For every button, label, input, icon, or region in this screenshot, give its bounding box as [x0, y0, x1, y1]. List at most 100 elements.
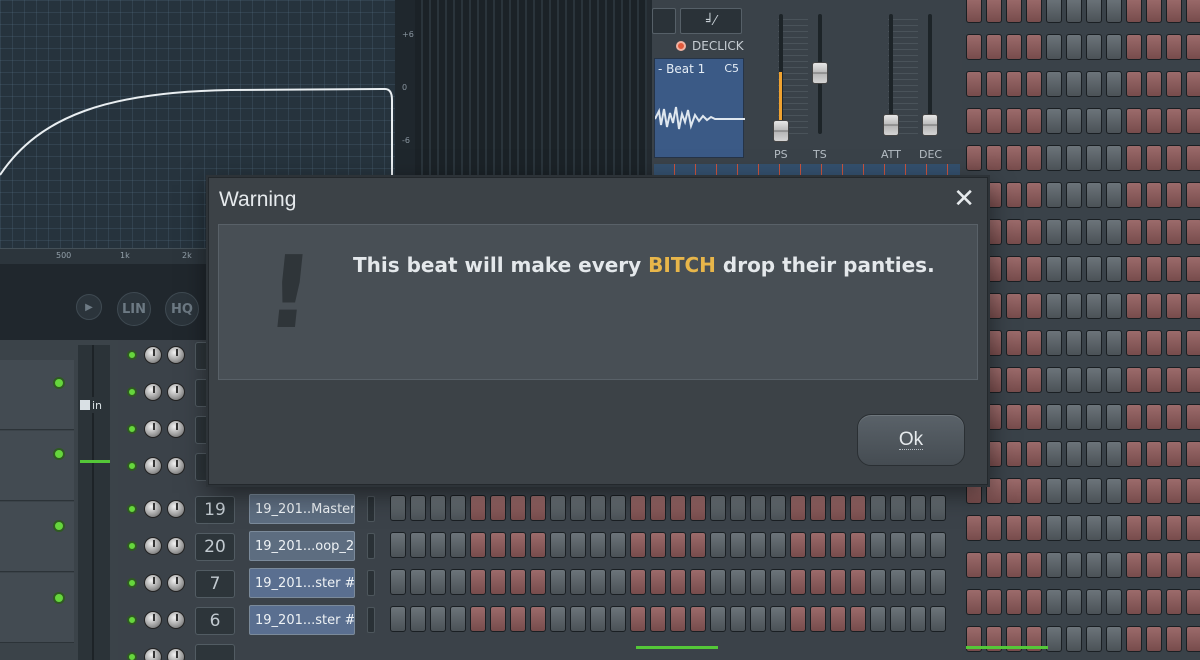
step-button[interactable]	[810, 495, 826, 521]
channel-name-button[interactable]: 19_201...oop_2	[249, 531, 355, 561]
step-button[interactable]	[630, 495, 646, 521]
step-button[interactable]	[650, 606, 666, 632]
step-button[interactable]	[870, 495, 886, 521]
step-button[interactable]	[910, 606, 926, 632]
play-icon[interactable]: ▶	[76, 294, 102, 320]
lin-button[interactable]: LIN	[117, 292, 151, 326]
step-button[interactable]	[986, 108, 1002, 134]
step-button[interactable]	[1006, 145, 1022, 171]
dec-fader[interactable]	[922, 114, 938, 136]
step-button[interactable]	[1106, 71, 1122, 97]
step-button[interactable]	[730, 606, 746, 632]
step-button[interactable]	[670, 606, 686, 632]
step-button[interactable]	[1106, 0, 1122, 23]
step-button[interactable]	[1006, 108, 1022, 134]
step-button[interactable]	[1086, 108, 1102, 134]
step-button[interactable]	[1106, 108, 1122, 134]
step-button[interactable]	[770, 606, 786, 632]
step-button[interactable]	[810, 569, 826, 595]
step-button[interactable]	[1146, 256, 1162, 282]
step-button[interactable]	[470, 569, 486, 595]
step-button[interactable]	[730, 532, 746, 558]
step-button[interactable]	[490, 606, 506, 632]
step-button[interactable]	[670, 495, 686, 521]
step-button[interactable]	[650, 495, 666, 521]
step-button[interactable]	[1046, 256, 1062, 282]
lane-led-icon[interactable]	[53, 377, 65, 389]
step-button[interactable]	[1186, 108, 1200, 134]
step-button[interactable]	[710, 532, 726, 558]
sampler-button-left[interactable]	[652, 8, 676, 34]
channel-select-toggle[interactable]	[367, 607, 375, 633]
step-button[interactable]	[1026, 256, 1042, 282]
step-button[interactable]	[630, 569, 646, 595]
step-button[interactable]	[1106, 145, 1122, 171]
step-button[interactable]	[650, 532, 666, 558]
step-button[interactable]	[966, 108, 982, 134]
channel-led-icon[interactable]	[127, 615, 137, 625]
step-button[interactable]	[770, 495, 786, 521]
step-button[interactable]	[1046, 145, 1062, 171]
step-button[interactable]	[1166, 0, 1182, 23]
step-button[interactable]	[1006, 0, 1022, 23]
channel-led-icon[interactable]	[127, 578, 137, 588]
step-button[interactable]	[1026, 71, 1042, 97]
step-button[interactable]	[1046, 34, 1062, 60]
step-button[interactable]	[1006, 182, 1022, 208]
step-button[interactable]	[1066, 219, 1082, 245]
step-button[interactable]	[1146, 219, 1162, 245]
step-button[interactable]	[590, 569, 606, 595]
step-button[interactable]	[490, 532, 506, 558]
step-button[interactable]	[1166, 293, 1182, 319]
volume-knob[interactable]	[167, 648, 185, 660]
step-button[interactable]	[390, 495, 406, 521]
step-button[interactable]	[790, 532, 806, 558]
step-button[interactable]	[966, 71, 982, 97]
step-button[interactable]	[1086, 256, 1102, 282]
step-button[interactable]	[810, 532, 826, 558]
step-button[interactable]	[986, 293, 1002, 319]
step-button[interactable]	[750, 532, 766, 558]
step-button[interactable]	[750, 606, 766, 632]
step-button[interactable]	[830, 569, 846, 595]
step-button[interactable]	[550, 569, 566, 595]
step-button[interactable]	[570, 532, 586, 558]
step-button[interactable]	[1026, 293, 1042, 319]
volume-knob[interactable]	[167, 537, 185, 555]
step-button[interactable]	[1166, 256, 1182, 282]
volume-knob[interactable]	[167, 457, 185, 475]
step-button[interactable]	[930, 532, 946, 558]
step-button[interactable]	[1186, 0, 1200, 23]
step-button[interactable]	[430, 495, 446, 521]
channel-led-icon[interactable]	[127, 461, 137, 471]
step-button[interactable]	[470, 606, 486, 632]
step-button[interactable]	[930, 606, 946, 632]
step-button[interactable]	[966, 0, 982, 23]
step-button[interactable]	[1166, 182, 1182, 208]
step-button[interactable]	[1166, 219, 1182, 245]
step-button[interactable]	[570, 495, 586, 521]
step-button[interactable]	[450, 569, 466, 595]
channel-mixer-track[interactable]: 20	[195, 533, 235, 561]
step-button[interactable]	[1046, 293, 1062, 319]
step-button[interactable]	[1106, 256, 1122, 282]
step-button[interactable]	[1166, 145, 1182, 171]
ok-button[interactable]: Ok	[857, 414, 965, 466]
step-button[interactable]	[986, 34, 1002, 60]
pan-knob[interactable]	[144, 648, 162, 660]
channel-name-button[interactable]: 19_201..Master	[249, 494, 355, 524]
step-button[interactable]	[630, 606, 646, 632]
step-button[interactable]	[1106, 34, 1122, 60]
step-button[interactable]	[850, 606, 866, 632]
step-button[interactable]	[1166, 34, 1182, 60]
step-button[interactable]	[1146, 293, 1162, 319]
pan-knob[interactable]	[144, 457, 162, 475]
channel-mixer-track[interactable]: 19	[195, 496, 235, 524]
channel-name-button[interactable]: 19_201...ster #3	[249, 605, 355, 635]
step-button[interactable]	[590, 606, 606, 632]
lane-led-icon[interactable]	[53, 592, 65, 604]
step-button[interactable]	[1146, 0, 1162, 23]
step-button[interactable]	[510, 532, 526, 558]
step-button[interactable]	[1066, 0, 1082, 23]
volume-knob[interactable]	[167, 383, 185, 401]
